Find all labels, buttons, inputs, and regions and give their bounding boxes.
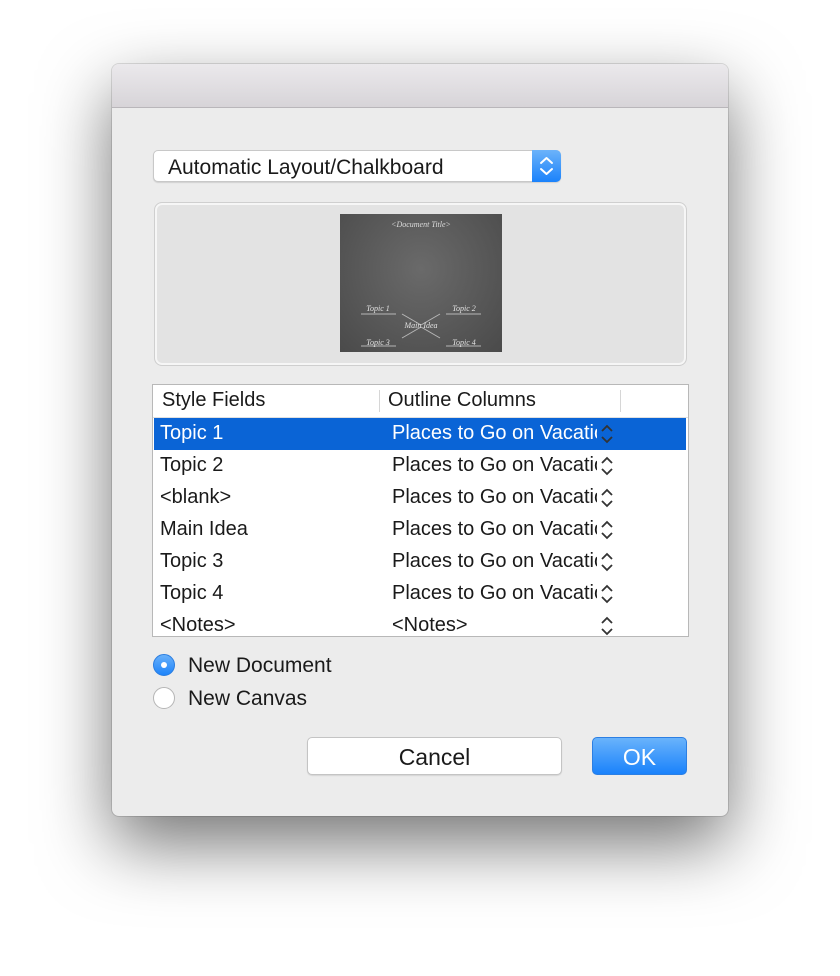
preview-main-idea: Main Idea — [403, 321, 437, 330]
layout-style-value: Automatic Layout/Chalkboard — [168, 156, 444, 179]
column-stepper-icon[interactable] — [599, 454, 615, 478]
cancel-button[interactable]: Cancel — [307, 737, 562, 775]
mapping-table[interactable]: Style Fields Outline Columns Topic 1 Pla… — [152, 384, 689, 637]
preview-title-text: <Document Title> — [391, 220, 451, 229]
outline-column-cell[interactable]: Places to Go on Vacation — [392, 454, 597, 477]
title-bar[interactable] — [112, 64, 728, 108]
new-canvas-label[interactable]: New Canvas — [188, 687, 307, 711]
table-row[interactable]: <blank> Places to Go on Vacation — [154, 482, 686, 514]
preview-topic-3: Topic 3 — [366, 338, 390, 347]
outline-column-cell[interactable]: Places to Go on Vacation — [392, 422, 597, 445]
outline-column-cell[interactable]: Places to Go on Vacation — [392, 518, 597, 541]
table-row[interactable]: Topic 2 Places to Go on Vacation — [154, 450, 686, 482]
style-field-cell: Topic 4 — [160, 582, 224, 604]
style-field-cell: Main Idea — [160, 518, 248, 540]
outline-column-cell[interactable]: Places to Go on Vacation — [392, 486, 597, 509]
table-header: Style Fields Outline Columns — [153, 385, 688, 418]
style-field-cell: <blank> — [160, 486, 232, 508]
layout-style-popup[interactable]: Automatic Layout/Chalkboard — [153, 150, 561, 182]
outline-column-cell[interactable]: Places to Go on Vacation — [392, 550, 597, 573]
preview-topic-2: Topic 2 — [452, 304, 476, 313]
new-canvas-radio[interactable] — [153, 687, 175, 709]
style-field-cell: Topic 1 — [160, 422, 224, 444]
dialog-window: Automatic Layout/Chalkboard <Document Ti… — [112, 64, 728, 816]
preview-topic-1: Topic 1 — [366, 304, 390, 313]
table-row[interactable]: Topic 1 Places to Go on Vacation — [154, 418, 686, 450]
style-field-cell: Topic 3 — [160, 550, 224, 572]
new-document-label[interactable]: New Document — [188, 654, 332, 678]
outline-column-cell[interactable]: Places to Go on Vacation — [392, 582, 597, 605]
outline-column-cell[interactable]: <Notes> — [392, 614, 597, 636]
column-stepper-icon[interactable] — [599, 614, 615, 636]
column-stepper-icon[interactable] — [599, 486, 615, 510]
header-style-fields[interactable]: Style Fields — [162, 389, 265, 412]
column-stepper-icon[interactable] — [599, 550, 615, 574]
table-row[interactable]: Topic 4 Places to Go on Vacation — [154, 578, 686, 610]
header-outline-columns[interactable]: Outline Columns — [388, 389, 536, 412]
style-field-cell: <Notes> — [160, 614, 236, 636]
table-row[interactable]: <Notes> <Notes> — [154, 610, 686, 636]
layout-preview-frame: <Document Title> Topic 1 Topic 2 Main Id… — [154, 202, 687, 366]
chalkboard-preview-image: <Document Title> Topic 1 Topic 2 Main Id… — [340, 214, 502, 352]
ok-button[interactable]: OK — [592, 737, 687, 775]
column-stepper-icon[interactable] — [599, 422, 615, 446]
column-divider[interactable] — [620, 390, 621, 412]
column-stepper-icon[interactable] — [599, 582, 615, 606]
popup-chevrons-icon[interactable] — [532, 150, 561, 182]
table-row[interactable]: Topic 3 Places to Go on Vacation — [154, 546, 686, 578]
table-row[interactable]: Main Idea Places to Go on Vacation — [154, 514, 686, 546]
column-stepper-icon[interactable] — [599, 518, 615, 542]
column-divider[interactable] — [379, 390, 380, 412]
style-field-cell: Topic 2 — [160, 454, 224, 476]
preview-topic-4: Topic 4 — [452, 338, 476, 347]
new-document-radio[interactable] — [153, 654, 175, 676]
